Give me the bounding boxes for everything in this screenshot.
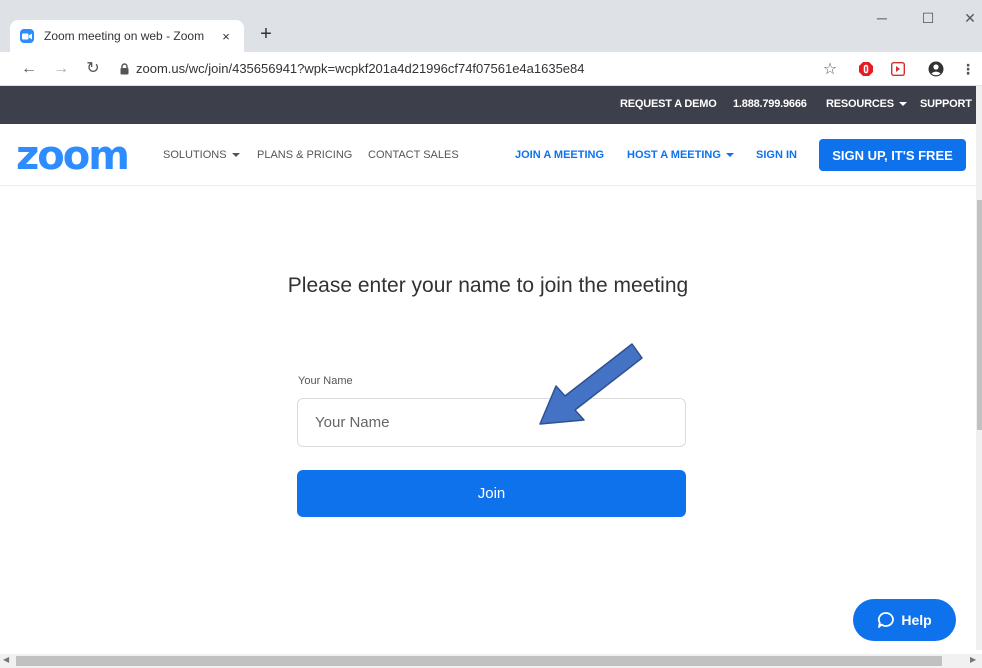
help-label: Help [901,612,932,628]
contact-sales-link[interactable]: CONTACT SALES [368,149,459,161]
back-arrow-icon[interactable]: ← [18,58,40,80]
annotation-arrow-icon [539,343,643,425]
host-meeting-label: HOST A MEETING [627,149,721,161]
adblock-extension-icon[interactable] [856,59,876,79]
page-title: Please enter your name to join the meeti… [287,274,689,297]
minimize-icon[interactable]: ─ [872,10,892,26]
join-button[interactable]: Join [297,470,686,517]
address-bar[interactable]: zoom.us/wc/join/435656941?wpk=wcpkf201a4… [136,61,585,76]
help-button[interactable]: Help [853,599,956,641]
zoom-topbar: REQUEST A DEMO 1.888.799.9666 RESOURCES … [0,86,976,124]
zoom-main-nav: zoom SOLUTIONS PLANS & PRICING CONTACT S… [0,124,976,186]
chevron-down-icon [231,153,240,158]
sign-in-link[interactable]: SIGN IN [756,149,797,161]
close-window-icon[interactable]: ✕ [960,10,980,27]
browser-toolbar: ← → ↻ zoom.us/wc/join/435656941?wpk=wcpk… [0,52,982,86]
scroll-right-icon[interactable]: ▶ [970,655,976,664]
star-icon[interactable]: ☆ [820,59,840,79]
browser-tabstrip: Zoom meeting on web - Zoom × + ─ ☐ ✕ [0,0,982,52]
phone-number[interactable]: 1.888.799.9666 [733,98,807,110]
zoom-logo[interactable]: zoom [16,133,130,179]
sign-up-button[interactable]: SIGN UP, IT'S FREE [819,139,966,171]
horizontal-scrollbar-thumb[interactable] [16,656,942,666]
chevron-down-icon [725,153,734,158]
chat-bubble-icon [878,612,895,628]
request-demo-link[interactable]: REQUEST A DEMO [620,98,717,110]
zoom-favicon-icon [20,29,34,43]
plans-pricing-link[interactable]: PLANS & PRICING [257,149,352,161]
browser-tab[interactable]: Zoom meeting on web - Zoom × [10,20,244,52]
name-field-label: Your Name [298,375,353,387]
chevron-down-icon [898,102,907,107]
tab-close-icon[interactable]: × [218,29,234,44]
vertical-scrollbar-thumb[interactable] [977,200,982,430]
join-meeting-link[interactable]: JOIN A MEETING [515,149,604,161]
menu-icon[interactable]: ⋮ [958,59,978,79]
solutions-label: SOLUTIONS [163,149,227,161]
scroll-left-icon[interactable]: ◀ [3,655,9,664]
resources-label: RESOURCES [826,98,894,110]
reload-icon[interactable]: ↻ [82,58,104,80]
extension-icon[interactable] [888,59,908,79]
new-tab-button[interactable]: + [254,22,278,46]
lock-icon [120,62,129,80]
profile-icon[interactable] [926,59,946,79]
host-meeting-menu[interactable]: HOST A MEETING [627,149,734,161]
support-link[interactable]: SUPPORT [920,98,972,110]
forward-arrow-icon[interactable]: → [50,58,72,80]
tab-title: Zoom meeting on web - Zoom [44,29,205,43]
maximize-icon[interactable]: ☐ [918,10,938,27]
resources-menu[interactable]: RESOURCES [826,98,907,110]
solutions-menu[interactable]: SOLUTIONS [163,149,240,161]
